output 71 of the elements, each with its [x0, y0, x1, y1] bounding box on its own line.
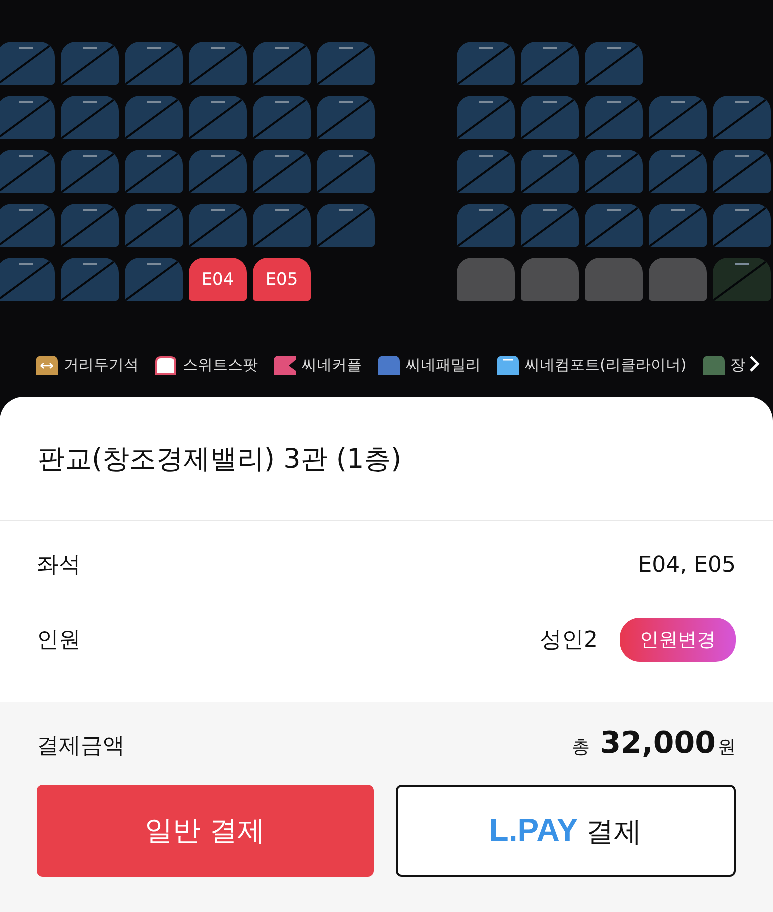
legend-label: 씨네커플 — [302, 356, 362, 374]
seat[interactable] — [0, 258, 55, 301]
row-label: 좌석 — [37, 552, 81, 580]
seat[interactable] — [521, 204, 579, 247]
seat[interactable] — [317, 204, 375, 247]
seat[interactable] — [189, 96, 247, 139]
seat[interactable]: E05 — [253, 258, 311, 301]
seat[interactable] — [317, 96, 375, 139]
seat[interactable] — [61, 258, 119, 301]
total-prefix: 총 — [572, 736, 590, 759]
payment-label: 결제금액 — [37, 733, 125, 761]
seat[interactable] — [585, 42, 643, 85]
theater-title: 판교(창조경제밸리) 3관 (1층) — [38, 443, 402, 477]
seat[interactable] — [0, 96, 55, 139]
selected-seats: E04, E05 — [638, 552, 736, 578]
seat[interactable] — [457, 42, 515, 85]
seat[interactable] — [125, 204, 183, 247]
seat[interactable] — [585, 150, 643, 193]
seat[interactable] — [125, 258, 183, 301]
legend-label: 씨네컴포트(리클라이너) — [525, 356, 687, 374]
seat[interactable] — [457, 96, 515, 139]
seat[interactable] — [649, 150, 707, 193]
legend-label: 장 — [730, 356, 746, 374]
chevron-right-icon[interactable] — [749, 355, 761, 373]
currency-unit: 원 — [718, 736, 736, 759]
seat[interactable] — [317, 150, 375, 193]
seat[interactable] — [61, 96, 119, 139]
seat[interactable] — [125, 150, 183, 193]
seat[interactable] — [713, 96, 771, 139]
seat[interactable] — [521, 96, 579, 139]
seat[interactable] — [189, 42, 247, 85]
seat[interactable] — [457, 258, 515, 301]
legend-label: 스위트스팟 — [183, 356, 258, 374]
seat[interactable] — [189, 204, 247, 247]
seat[interactable] — [0, 42, 55, 85]
seat[interactable] — [253, 42, 311, 85]
seat[interactable] — [521, 150, 579, 193]
seat[interactable] — [317, 42, 375, 85]
seat[interactable] — [521, 42, 579, 85]
legend-label: 거리두기석 — [64, 356, 139, 374]
seat[interactable] — [125, 42, 183, 85]
seat[interactable] — [61, 204, 119, 247]
total-amount: 32,000 — [600, 726, 716, 761]
seat[interactable] — [0, 204, 55, 247]
seat[interactable] — [585, 204, 643, 247]
seat[interactable] — [457, 150, 515, 193]
people-count: 성인2 — [540, 627, 598, 655]
seat[interactable] — [253, 96, 311, 139]
seat[interactable] — [253, 204, 311, 247]
seat[interactable] — [649, 96, 707, 139]
seat[interactable] — [585, 258, 643, 301]
legend-label: 씨네패밀리 — [406, 356, 481, 374]
seat[interactable] — [713, 204, 771, 247]
row-label: 인원 — [37, 627, 81, 655]
seat[interactable] — [61, 150, 119, 193]
lpay-button[interactable]: L.PAY 결제 — [396, 785, 736, 877]
seat[interactable] — [713, 150, 771, 193]
seat[interactable] — [585, 96, 643, 139]
seat[interactable] — [649, 204, 707, 247]
seat[interactable] — [253, 150, 311, 193]
seat[interactable] — [61, 42, 119, 85]
seat[interactable] — [457, 204, 515, 247]
seat[interactable] — [713, 258, 771, 301]
seat[interactable]: E04 — [189, 258, 247, 301]
seat[interactable] — [0, 150, 55, 193]
seat[interactable] — [125, 96, 183, 139]
seat[interactable] — [521, 258, 579, 301]
pay-button[interactable]: 일반 결제 — [37, 785, 374, 877]
change-people-button[interactable]: 인원변경 — [620, 618, 736, 662]
seat[interactable] — [649, 258, 707, 301]
seat[interactable] — [189, 150, 247, 193]
